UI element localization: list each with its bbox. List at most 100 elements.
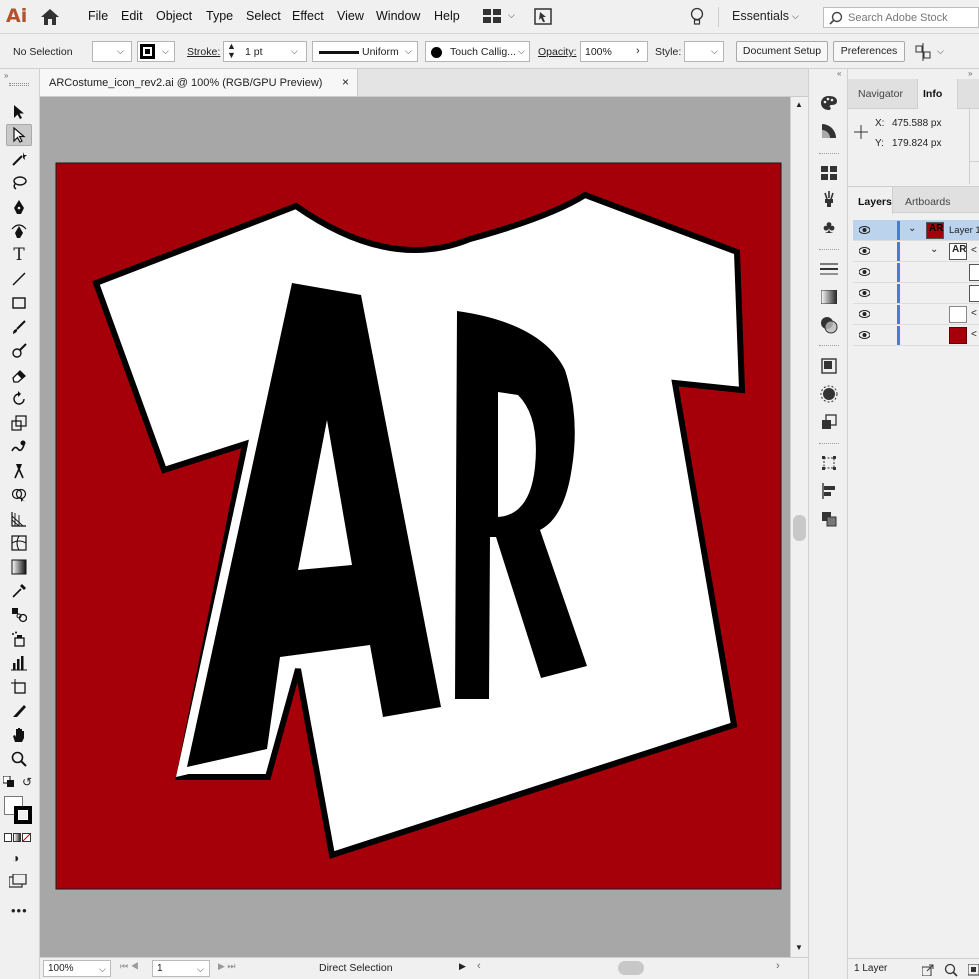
artboard-icon[interactable] — [6, 676, 32, 698]
puppet-warp-icon[interactable] — [6, 460, 32, 482]
magic-wand-icon[interactable] — [6, 148, 32, 170]
chevron-down-icon[interactable]: ⌄ — [930, 244, 938, 255]
tab-navigator[interactable]: Navigator — [858, 88, 903, 100]
eye-icon[interactable] — [859, 288, 870, 298]
align-objects-icon[interactable] — [914, 43, 932, 61]
curvature-icon[interactable] — [6, 220, 32, 242]
chevron-down-icon[interactable]: ⌵ — [508, 10, 515, 21]
chevron-down-icon[interactable]: ⌵ — [117, 46, 124, 57]
chevron-down-icon[interactable]: ⌵ — [518, 46, 525, 57]
stroke-label[interactable]: Stroke: — [187, 46, 220, 58]
transform-icon[interactable] — [819, 453, 839, 473]
warp-icon[interactable] — [6, 436, 32, 458]
layers-icon[interactable] — [819, 412, 839, 432]
symbols-icon[interactable]: ♣ — [819, 217, 839, 237]
perspective-grid-icon[interactable] — [6, 508, 32, 530]
chevron-right-icon[interactable]: › — [636, 45, 640, 57]
variable-width-profile[interactable]: Uniform ⌵ — [312, 41, 418, 62]
menu-select[interactable]: Select — [246, 9, 281, 23]
scroll-up-icon[interactable]: ▲ — [795, 100, 803, 109]
tab-artboards[interactable]: Artboards — [905, 196, 951, 208]
tab-info[interactable]: Info — [923, 88, 942, 100]
eye-icon[interactable] — [859, 267, 870, 277]
chevron-down-icon[interactable]: ⌵ — [197, 964, 204, 975]
eye-icon[interactable] — [859, 309, 870, 319]
stroke-color[interactable] — [14, 806, 32, 824]
eye-icon[interactable] — [859, 246, 870, 256]
search-input[interactable]: Search Adobe Stock — [823, 7, 979, 28]
eraser-icon[interactable] — [6, 364, 32, 386]
scroll-left-icon[interactable]: ‹ — [477, 960, 481, 972]
next-artboard-icon[interactable]: ▶ ⏭ — [218, 961, 236, 972]
eye-icon[interactable] — [859, 330, 870, 340]
chevron-down-icon[interactable]: ⌄ — [908, 223, 916, 234]
swatches-icon[interactable] — [819, 163, 839, 183]
slice-icon[interactable] — [6, 700, 32, 722]
mesh-icon[interactable] — [6, 532, 32, 554]
hand-icon[interactable] — [6, 724, 32, 746]
shaper-icon[interactable] — [6, 340, 32, 362]
zoom-icon[interactable] — [6, 748, 32, 770]
appearance-icon[interactable] — [819, 356, 839, 376]
menu-view[interactable]: View — [337, 9, 364, 23]
menu-object[interactable]: Object — [156, 9, 192, 23]
scroll-right-icon[interactable]: › — [776, 960, 780, 972]
opacity-label[interactable]: Opacity: — [538, 46, 577, 58]
layer-row[interactable]: ⌄ AR < — [853, 241, 979, 262]
pathfinder-icon[interactable] — [819, 509, 839, 529]
stroke-swatch[interactable] — [137, 41, 175, 62]
export-icon[interactable] — [922, 964, 934, 976]
menu-type[interactable]: Type — [206, 9, 233, 23]
scroll-down-icon[interactable]: ▼ — [795, 943, 803, 952]
chevron-down-icon[interactable]: ⌵ — [99, 964, 106, 975]
layer-row[interactable] — [853, 283, 979, 304]
chevron-down-icon[interactable]: ⌵ — [792, 11, 799, 22]
blend-icon[interactable] — [6, 604, 32, 626]
gradient-icon[interactable] — [6, 556, 32, 578]
status-menu-icon[interactable]: ▶ — [459, 961, 466, 972]
layer-row[interactable] — [853, 262, 979, 283]
brushes-icon[interactable] — [819, 189, 839, 209]
brush-definition[interactable]: Touch Callig... ⌵ — [425, 41, 530, 62]
stroke-weight-field[interactable]: ▲ ▼ 1 pt ⌵ — [223, 41, 307, 62]
vertical-scrollbar[interactable]: ▲ ▼ — [790, 97, 808, 957]
locate-object-icon[interactable] — [944, 963, 958, 977]
type-icon[interactable]: T — [6, 244, 32, 266]
layer-row[interactable]: ⌄ AR Layer 1 — [853, 220, 979, 241]
screen-mode-icon[interactable] — [9, 874, 27, 888]
document-tab[interactable]: ARCostume_icon_rev2.ai @ 100% (RGB/GPU P… — [40, 69, 358, 97]
graphic-style-picker[interactable]: ⌵ — [684, 41, 724, 62]
swap-colors-icon[interactable]: ↺ — [22, 775, 32, 789]
draw-mode-icon[interactable]: ◑ — [12, 851, 19, 865]
chevron-down-icon[interactable]: ⌵ — [162, 46, 169, 57]
scale-icon[interactable] — [6, 412, 32, 434]
edit-toolbar-icon[interactable]: ••• — [11, 903, 28, 918]
lasso-icon[interactable] — [6, 172, 32, 194]
preferences-button[interactable]: Preferences — [833, 41, 905, 62]
eyedropper-icon[interactable] — [6, 580, 32, 602]
layer-row[interactable]: < — [853, 325, 979, 346]
opacity-field[interactable]: 100% › — [580, 41, 648, 62]
chevron-down-icon[interactable]: ⌵ — [405, 46, 412, 57]
chevron-down-icon[interactable]: ⌵ — [711, 46, 718, 57]
line-icon[interactable] — [6, 268, 32, 290]
eye-icon[interactable] — [859, 225, 870, 235]
graphic-styles-icon[interactable] — [819, 384, 839, 404]
stroke-panel-icon[interactable] — [819, 259, 839, 279]
artboard[interactable] — [40, 97, 790, 957]
first-artboard-icon[interactable]: ⏮ ◀ — [120, 961, 139, 972]
paintbrush-icon[interactable] — [6, 316, 32, 338]
pen-icon[interactable] — [6, 196, 32, 218]
default-colors-icon[interactable] — [3, 776, 15, 788]
workspace-switcher[interactable]: Essentials — [732, 9, 789, 23]
arrange-documents-icon[interactable] — [483, 9, 501, 23]
selection-icon[interactable] — [6, 101, 32, 123]
shape-builder-icon[interactable] — [6, 484, 32, 506]
rotate-icon[interactable] — [6, 388, 32, 410]
menu-window[interactable]: Window — [376, 9, 420, 23]
scroll-thumb[interactable] — [793, 515, 806, 541]
canvas[interactable]: A R — [40, 97, 790, 957]
menu-effect[interactable]: Effect — [292, 9, 324, 23]
color-mode-buttons[interactable] — [4, 833, 32, 843]
symbol-sprayer-icon[interactable] — [6, 628, 32, 650]
